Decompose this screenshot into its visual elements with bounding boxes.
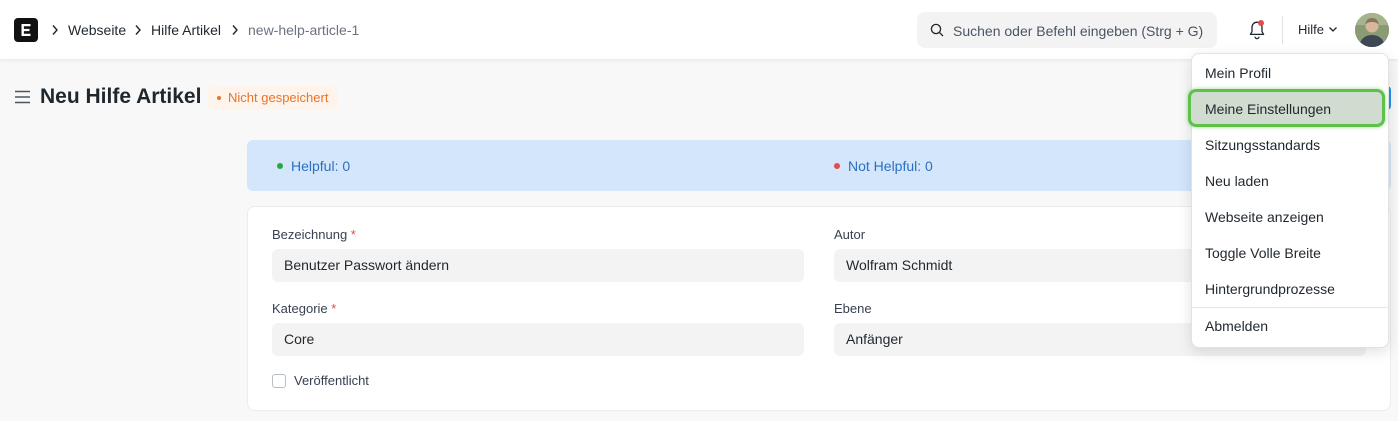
breadcrumb-webseite[interactable]: Webseite <box>68 21 126 39</box>
published-checkbox[interactable] <box>272 374 286 388</box>
category-field[interactable]: Core <box>272 323 804 356</box>
breadcrumb-current[interactable]: new-help-article-1 <box>248 21 359 39</box>
title-field[interactable]: Benutzer Passwort ändern <box>272 249 804 282</box>
not-helpful-dot <box>834 163 840 169</box>
help-menu-button[interactable]: Hilfe <box>1298 21 1324 39</box>
menu-item-toggle-volle-breite[interactable]: Toggle Volle Breite <box>1205 244 1321 262</box>
menu-item-meine-einstellungen[interactable]: Meine Einstellungen <box>1205 100 1331 118</box>
chevron-right-icon <box>232 25 238 35</box>
breadcrumb-hilfe-artikel[interactable]: Hilfe Artikel <box>151 21 221 39</box>
menu-item-webseite-anzeigen[interactable]: Webseite anzeigen <box>1205 208 1324 226</box>
category-label: Kategorie * <box>272 301 337 316</box>
author-label: Autor <box>834 227 866 242</box>
notification-dot <box>1258 20 1264 26</box>
menu-divider <box>1192 307 1388 308</box>
navbar: Webseite Hilfe Artikel new-help-article-… <box>0 0 1398 60</box>
level-label: Ebene <box>834 301 872 316</box>
chevron-right-icon <box>135 25 141 35</box>
published-label: Veröffentlicht <box>294 373 369 388</box>
menu-item-mein-profil[interactable]: Mein Profil <box>1205 64 1271 82</box>
hamburger-icon[interactable] <box>14 90 31 104</box>
chevron-down-icon[interactable] <box>1328 26 1338 33</box>
title-label: Bezeichnung * <box>272 227 356 242</box>
helpful-dot <box>277 163 283 169</box>
chevron-right-icon <box>52 25 58 35</box>
menu-item-neu-laden[interactable]: Neu laden <box>1205 172 1269 190</box>
helpful-count: Helpful: 0 <box>291 158 351 174</box>
bell-icon[interactable] <box>1247 19 1267 41</box>
not-helpful-count: Not Helpful: 0 <box>848 158 933 174</box>
menu-item-sitzungsstandards[interactable]: Sitzungsstandards <box>1205 136 1320 154</box>
status-badge: Nicht gespeichert <box>208 86 339 110</box>
search-icon <box>930 23 944 37</box>
app-logo-icon[interactable] <box>14 18 38 42</box>
navbar-divider <box>1282 16 1283 44</box>
avatar[interactable] <box>1355 13 1389 47</box>
search-input[interactable]: Suchen oder Befehl eingeben (Strg + G) <box>917 12 1217 48</box>
menu-item-abmelden[interactable]: Abmelden <box>1205 317 1268 335</box>
search-placeholder: Suchen oder Befehl eingeben (Strg + G) <box>953 23 1204 39</box>
menu-item-hintergrundprozesse[interactable]: Hintergrundprozesse <box>1205 280 1335 298</box>
page-title: Neu Hilfe Artikel <box>40 85 202 108</box>
